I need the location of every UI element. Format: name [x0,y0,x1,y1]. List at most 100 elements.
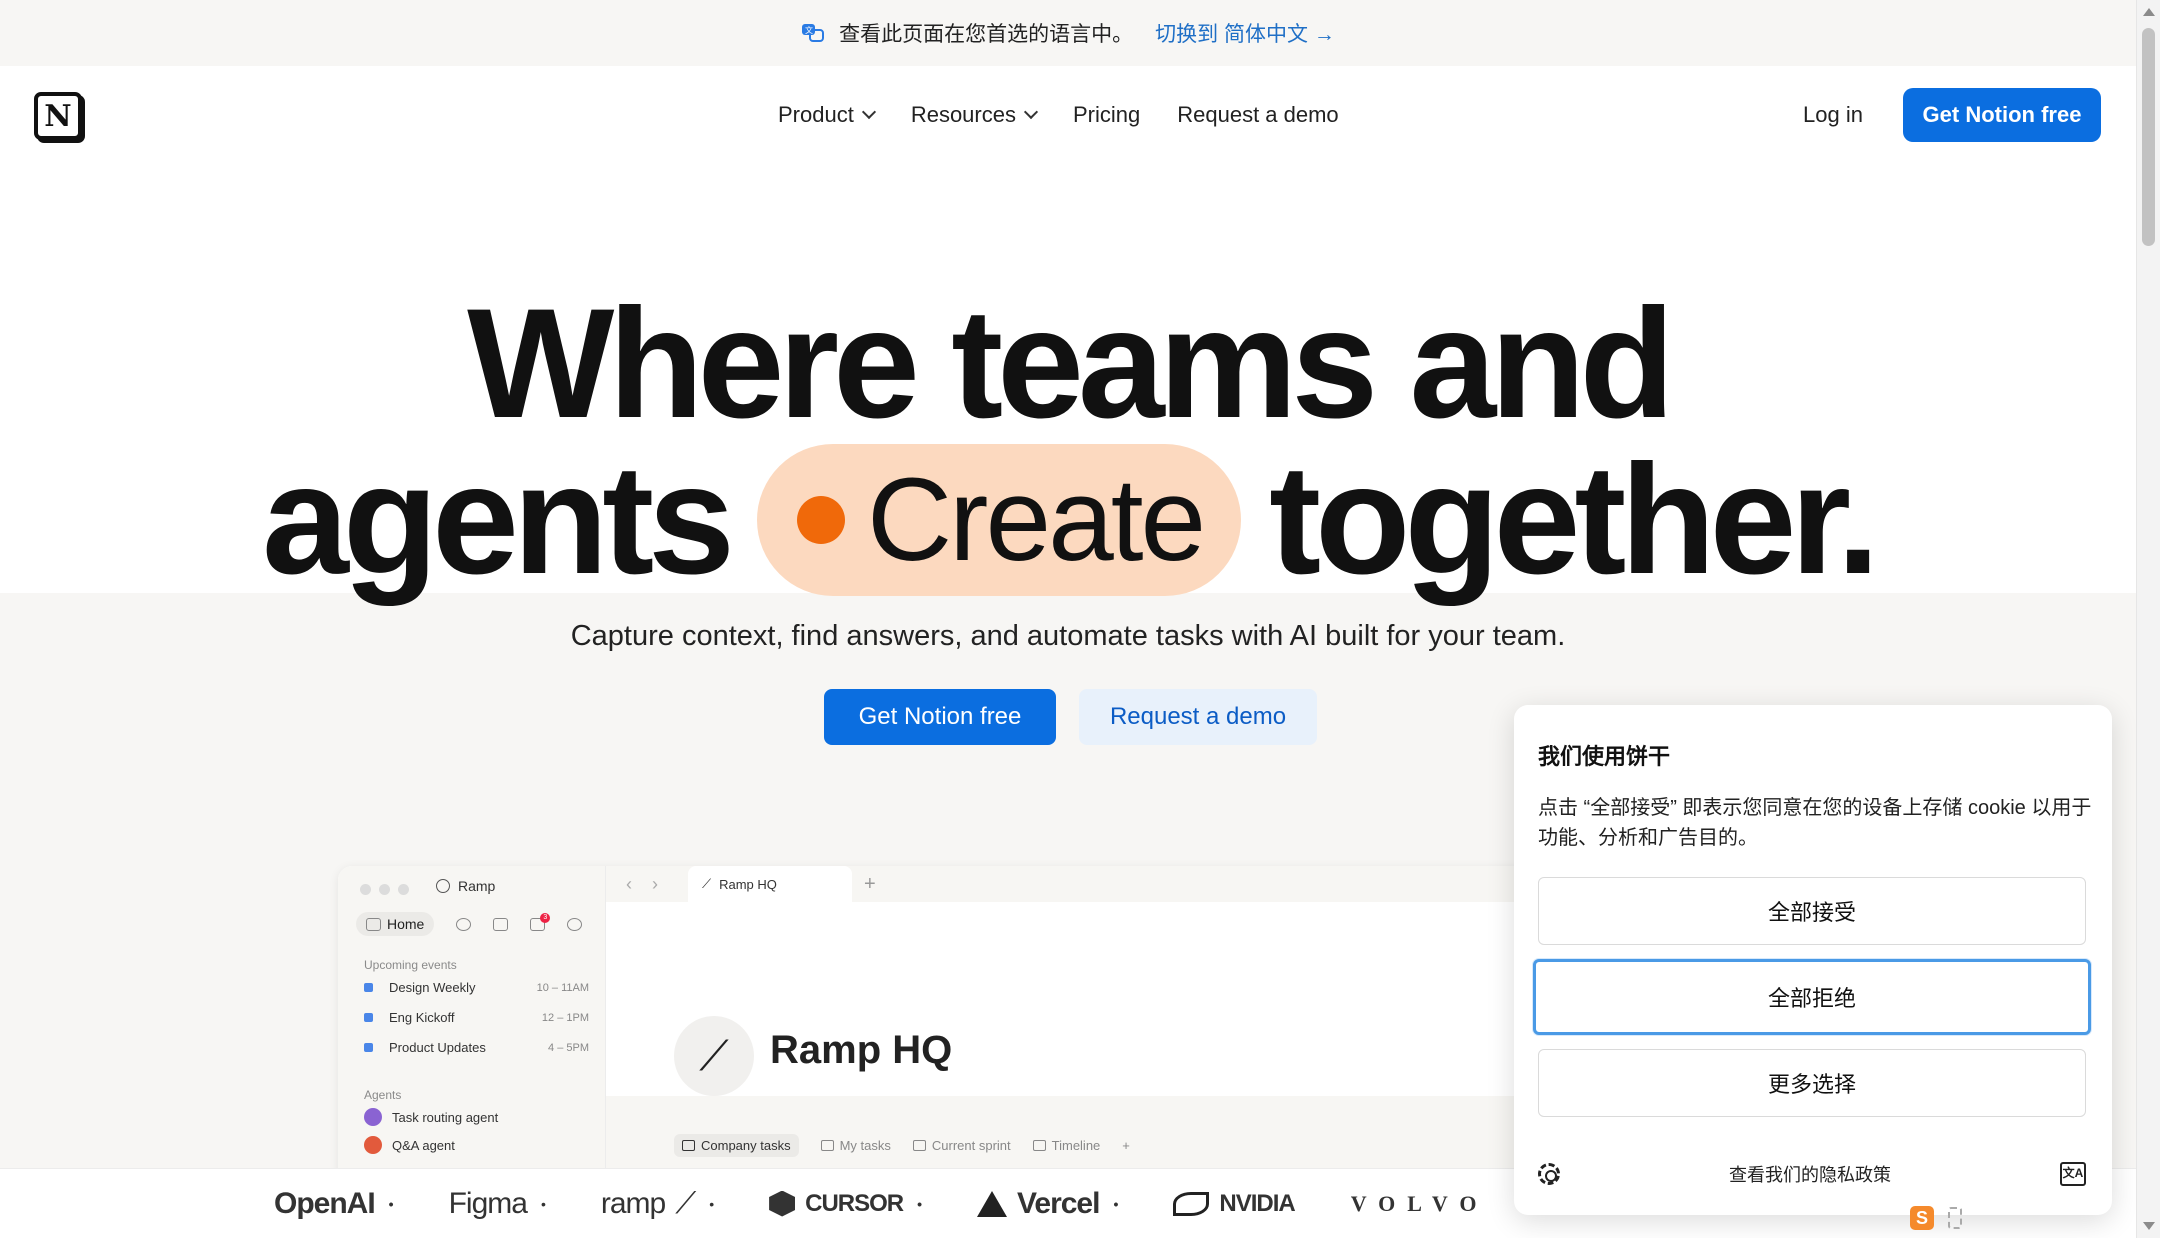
view-timeline[interactable]: Timeline [1032,1138,1100,1153]
app-tabbar: ‹ › ⟋ Ramp HQ + [606,866,1538,902]
chat-icon[interactable] [456,917,472,931]
scroll-down-icon[interactable] [2143,1222,2155,1230]
calendar-icon[interactable] [493,917,509,931]
logo-volvo: VOLVO [1351,1191,1489,1217]
add-view-icon[interactable]: + [1122,1138,1130,1153]
event-name: Product Updates [389,1040,486,1055]
person-icon [820,1140,834,1151]
view-label: Current sprint [931,1138,1011,1153]
nav-pricing-label: Pricing [1072,102,1141,127]
event-item[interactable]: Product Updates 4 – 5PM [364,1040,589,1055]
logo-letter: N [44,98,72,134]
event-item[interactable]: Design Weekly 10 – 11AM [364,980,589,995]
view-my-tasks[interactable]: My tasks [820,1138,891,1153]
accept-all-button[interactable]: 全部接受 [1538,877,2086,945]
view-current-sprint[interactable]: Current sprint [912,1138,1011,1153]
tab-ramp-hq[interactable]: ⟋ Ramp HQ [688,866,852,902]
floating-widgets: S [1910,1206,1962,1230]
app-sidebar: Ramp Home 3 Upcoming events Design Weekl… [338,866,606,1186]
separator-dot: • [1113,1195,1118,1212]
home-label: Home [387,916,425,932]
event-color-icon [364,983,373,992]
page: 文 查看此页面在您首选的语言中。 切换到 简体中文 → N Product Re… [0,0,2160,1238]
table-icon [682,1140,695,1151]
get-notion-free-button[interactable]: Get Notion free [824,689,1056,745]
ramp-logo-icon: ⟋ [702,876,712,891]
view-company-tasks[interactable]: Company tasks [674,1134,799,1157]
sidebar-item-home[interactable]: Home [356,912,435,936]
logo-text: ramp [600,1186,666,1220]
reject-all-button[interactable]: 全部拒绝 [1533,959,2091,1035]
timeline-icon [1032,1140,1046,1151]
page-title: Ramp HQ [770,1028,953,1072]
logo-text: NVIDIA [1219,1189,1295,1217]
window-dot [379,884,390,895]
separator-dot: • [709,1195,714,1212]
chevron-down-icon [1023,104,1039,120]
translate-icon[interactable]: 文A [2060,1162,2086,1186]
scrollbar[interactable] [2136,0,2160,1238]
event-name: Design Weekly [389,980,476,995]
language-banner-message: 查看此页面在您首选的语言中。 [839,23,1134,46]
logo-nvidia: NVIDIA [1173,1189,1296,1218]
agent-avatar-icon [364,1108,382,1126]
globe-icon [436,879,450,893]
get-notion-free-nav-button[interactable]: Get Notion free [1903,88,2101,142]
event-color-icon [364,1013,373,1022]
logo-cursor: CURSOR • [769,1190,922,1218]
workspace-name: Ramp [458,878,496,894]
agent-item[interactable]: Q&A agent [364,1136,455,1154]
logo-figma: Figma • [448,1186,546,1221]
nvidia-eye-icon [1173,1191,1210,1216]
cookie-body: 点击 “全部接受” 即表示您同意在您的设备上存储 cookie 以用于功能、分析… [1538,797,2092,849]
agent-name: Task routing agent [392,1109,499,1125]
notion-logo[interactable]: N [34,92,82,140]
event-time: 10 – 11AM [536,981,589,994]
app-preview: Ramp Home 3 Upcoming events Design Weekl… [338,866,1538,1186]
event-color-icon [364,1043,373,1052]
home-icon [366,917,381,931]
forward-arrow-icon[interactable]: › [642,874,668,895]
workspace-switcher[interactable]: Ramp [436,878,495,894]
back-arrow-icon[interactable]: ‹ [616,874,642,895]
nav-resources[interactable]: Resources [911,102,1039,128]
privacy-policy-link[interactable]: 查看我们的隐私政策 [1729,1161,1891,1187]
switch-language-link[interactable]: 切换到 简体中文 → [1155,18,1335,48]
new-tab-icon[interactable]: + [864,873,876,896]
capture-icon[interactable] [1948,1207,1962,1229]
logo-text: Figma [448,1186,528,1220]
inbox-badge: 3 [540,912,551,923]
request-demo-button[interactable]: Request a demo [1079,689,1317,745]
nav-product[interactable]: Product [778,102,876,128]
hero-subtitle: Capture context, find answers, and autom… [570,620,1566,652]
scroll-up-icon[interactable] [2143,8,2155,16]
database-views: Company tasks My tasks Current sprint Ti… [674,1134,1130,1157]
nav-product-label: Product [778,102,854,127]
top-nav: N Product Resources Pricing Request a de… [0,66,2136,164]
agent-item[interactable]: Task routing agent [364,1108,498,1126]
scrollbar-thumb[interactable] [2142,28,2155,246]
s-widget-icon[interactable]: S [1910,1206,1934,1230]
cookie-title: 我们使用饼干 [1538,744,1671,769]
nav-request-demo-label: Request a demo [1177,102,1339,127]
inbox-icon[interactable]: 3 [530,912,551,931]
cookie-dialog: 我们使用饼干 点击 “全部接受” 即表示您同意在您的设备上存储 cookie 以… [1514,705,2112,1215]
hero-pill-word: Create [866,454,1206,586]
search-icon[interactable] [567,917,583,931]
login-link[interactable]: Log in [1803,102,1863,128]
event-item[interactable]: Eng Kickoff 12 – 1PM [364,1010,589,1025]
more-options-button[interactable]: 更多选择 [1538,1049,2086,1117]
nav-links: Product Resources Pricing Request a demo [778,66,1339,164]
agents-title: Agents [364,1088,402,1102]
gear-icon[interactable] [1538,1163,1560,1185]
nav-pricing[interactable]: Pricing [1073,102,1140,128]
event-time: 12 – 1PM [541,1011,589,1024]
vercel-triangle-icon [977,1190,1008,1217]
nav-request-demo[interactable]: Request a demo [1177,102,1338,128]
cookie-footer: 查看我们的隐私政策 文A [1538,1161,2086,1187]
sprint-icon [912,1140,926,1151]
window-controls [360,884,409,895]
agent-name: Q&A agent [392,1137,455,1153]
language-banner: 文 查看此页面在您首选的语言中。 切换到 简体中文 → [0,0,2136,66]
view-label: Company tasks [701,1138,791,1153]
